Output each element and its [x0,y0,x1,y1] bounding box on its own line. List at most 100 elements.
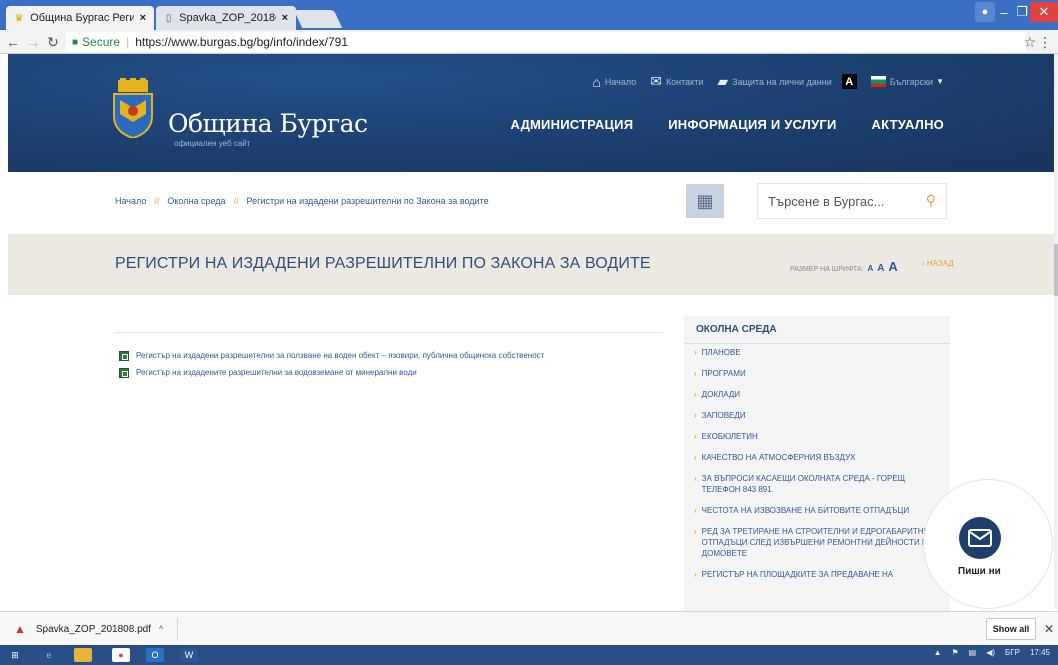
close-icon[interactable]: ✕ [1044,622,1054,636]
system-tray: ▲ ⚑ ▤ ◀) БГР 17:45 [924,648,1050,657]
tab-close-icon[interactable]: × [134,12,146,24]
write-us-label[interactable]: Пиши ни [958,566,1001,577]
chevron-right-icon: › [694,506,697,515]
restore-icon[interactable]: ❐ [1014,2,1030,22]
calendar-button[interactable]: ▦ [686,184,724,218]
network-icon[interactable]: ▤ [969,648,977,657]
sidebar-item-label: ЧЕСТОТА НА ИЗВОЗВАНЕ НА БИТОВИТЕ ОТПАДЪЦ… [701,506,910,515]
content-divider [115,332,663,333]
bookmark-star-icon[interactable]: ☆ [1023,34,1036,51]
contacts-label: Контакти [665,76,704,87]
input-language[interactable]: БГР [1005,648,1020,657]
tab-close-icon[interactable]: × [276,12,288,24]
list-item[interactable]: Регистър на издадените разрешителни за в… [119,364,544,381]
contacts-link[interactable]: ✉ Контакти [650,73,703,90]
font-size-large-button[interactable]: A [888,259,897,274]
chrome-icon[interactable]: ● [112,648,130,662]
back-arrow-icon[interactable]: ← [4,33,22,51]
document-link[interactable]: Регистър на издадени разрешителни за пол… [136,351,544,360]
sidebar-heading: ОКОЛНА СРЕДА [696,324,777,335]
chevron-down-icon[interactable]: ▼ [936,77,944,86]
show-all-button[interactable]: Show all [986,618,1036,640]
sidebar-item-air-quality[interactable]: › КАЧЕСТВО НА АТМОСФЕРНИЯ ВЪЗДУХ [694,452,944,463]
breadcrumb-separator: // [233,196,239,206]
search-icon[interactable]: ⚲ [926,192,936,209]
breadcrumb-item-current: Регистри на издадени разрешителни по Зак… [246,196,489,206]
sidebar-item-label: ЗАПОВЕДИ [701,411,746,420]
sidebar-item-ecobulletin[interactable]: › ЕКОБЮЛЕТИН [694,431,944,442]
chevron-up-icon[interactable]: ^ [159,624,163,634]
calendar-icon: ▦ [696,190,714,211]
download-item[interactable]: ▲ Spavka_ZOP_201808.pdf ^ [8,618,178,640]
outlook-icon[interactable]: O [146,648,164,662]
language-selector[interactable]: Български [890,77,933,87]
page-title-band: РЕГИСТРИ НА ИЗДАДЕНИ РАЗРЕШИТЕЛНИ ПО ЗАК… [8,234,1054,295]
breadcrumb-item-home[interactable]: Начало [115,196,146,206]
brand-name[interactable]: Община Бургас [168,109,368,138]
write-us-widget[interactable]: Пиши ни [923,479,1053,609]
envelope-icon[interactable] [959,517,1001,559]
folder-lock-icon: ▰ [717,73,729,89]
url-field[interactable]: ■ Secure | https://www.burgas.bg/bg/info… [66,32,1026,52]
site-header: Община Бургас официален уеб сайт ⌂ Начал… [8,54,1054,172]
sidebar-item-programs[interactable]: › ПРОГРАМИ [694,368,944,379]
tab-title: Spavka_ZOP_201808.pdf [179,12,276,24]
sidebar-item-waste-collection[interactable]: › ЧЕСТОТА НА ИЗВОЗВАНЕ НА БИТОВИТЕ ОТПАДЪ… [694,505,944,516]
window-close-icon[interactable]: ✕ [1030,2,1058,22]
url-text: https://www.burgas.bg/bg/info/index/791 [135,35,349,49]
sidebar-item-plans[interactable]: › ПЛАНОВЕ [694,347,944,358]
volume-icon[interactable]: ◀) [986,648,995,657]
tab-burgas[interactable]: ♛ Община Бургас Регистр × [6,6,154,30]
tab-pdf[interactable]: ▯ Spavka_ZOP_201808.pdf × [156,6,296,30]
chevron-right-icon: › [694,390,697,399]
back-link[interactable]: ‹ НАЗАД [922,259,954,268]
sidebar: ОКОЛНА СРЕДА › ПЛАНОВЕ › ПРОГРАМИ › ДОКЛАДИ… [684,316,950,611]
nav-item-current[interactable]: АКТУАЛНО [872,117,944,132]
clock[interactable]: 17:45 [1030,648,1050,657]
new-tab-button[interactable] [293,10,343,28]
nav-item-administration[interactable]: АДМИНИСТРАЦИЯ [511,117,634,132]
reload-icon[interactable]: ↻ [44,33,62,51]
page-title: РЕГИСТРИ НА ИЗДАДЕНИ РАЗРЕШИТЕЛНИ ПО ЗАК… [115,255,651,272]
sidebar-item-orders[interactable]: › ЗАПОВЕДИ [694,410,944,421]
sidebar-item-hotline[interactable]: › ЗА ВЪПРОСИ КАСАЕЩИ ОКОЛНАТА СРЕДА - ГОР… [694,473,944,495]
privacy-label: Защита на лични данни [732,76,832,87]
font-size-control: РАЗМЕР НА ШРИФТА: A A A [790,259,898,274]
minimize-icon[interactable]: – [996,2,1012,22]
font-size-small-button[interactable]: A [867,264,873,273]
sidebar-item-site-register[interactable]: › РЕГИСТЪР НА ПЛОЩАДКИТЕ ЗА ПРЕДАВАНЕ НА [694,569,944,580]
flag-icon[interactable]: ⚑ [951,648,958,657]
contrast-toggle-button[interactable]: A [841,74,857,89]
windows-taskbar: ⊞ e ● O W ▲ ⚑ ▤ ◀) БГР 17:45 [0,645,1058,665]
browser-menu-icon[interactable]: ⋮ [1038,34,1052,51]
sidebar-item-reports[interactable]: › ДОКЛАДИ [694,389,944,400]
internet-explorer-icon[interactable]: e [40,648,58,662]
home-link[interactable]: ⌂ Начало [592,74,636,90]
breadcrumb-item-environment[interactable]: Околна среда [167,196,225,206]
word-icon[interactable]: W [180,648,198,662]
home-label: Начало [604,76,637,87]
separator: | [126,35,130,49]
search-input[interactable]: Търсене в Бургас... ⚲ [757,183,947,219]
chevron-right-icon: › [694,527,697,536]
tab-title: Община Бургас Регистр [30,12,134,24]
chevron-right-icon: › [694,570,697,579]
sidebar-item-label: ЗА ВЪПРОСИ КАСАЕЩИ ОКОЛНАТА СРЕДА - ГОРЕ… [701,474,906,494]
user-profile-icon[interactable]: ● [975,2,995,22]
download-filename: Spavka_ZOP_201808.pdf [35,623,151,635]
privacy-link[interactable]: ▰ Защита на лични данни [717,73,831,90]
start-icon[interactable]: ⊞ [6,648,24,662]
forward-arrow-icon[interactable]: → [24,33,42,51]
scrollbar-thumb[interactable] [1054,244,1058,296]
list-item[interactable]: Регистър на издадени разрешителни за пол… [119,347,544,364]
file-explorer-icon[interactable] [74,648,92,662]
spreadsheet-icon [119,367,129,378]
sidebar-item-construction-waste[interactable]: › РЕД ЗА ТРЕТИРАНЕ НА СТРОИТЕЛНИ И ЕДРОГА… [694,526,944,559]
burgas-coat-of-arms-icon[interactable] [110,78,156,138]
page-scrollbar[interactable] [1054,54,1058,609]
font-size-medium-button[interactable]: A [877,263,884,274]
document-link[interactable]: Регистър на издадените разрешителни за в… [136,368,417,377]
document-icon: ▯ [165,12,172,24]
tray-expand-icon[interactable]: ▲ [934,648,942,657]
nav-item-information-services[interactable]: ИНФОРМАЦИЯ И УСЛУГИ [668,117,836,132]
